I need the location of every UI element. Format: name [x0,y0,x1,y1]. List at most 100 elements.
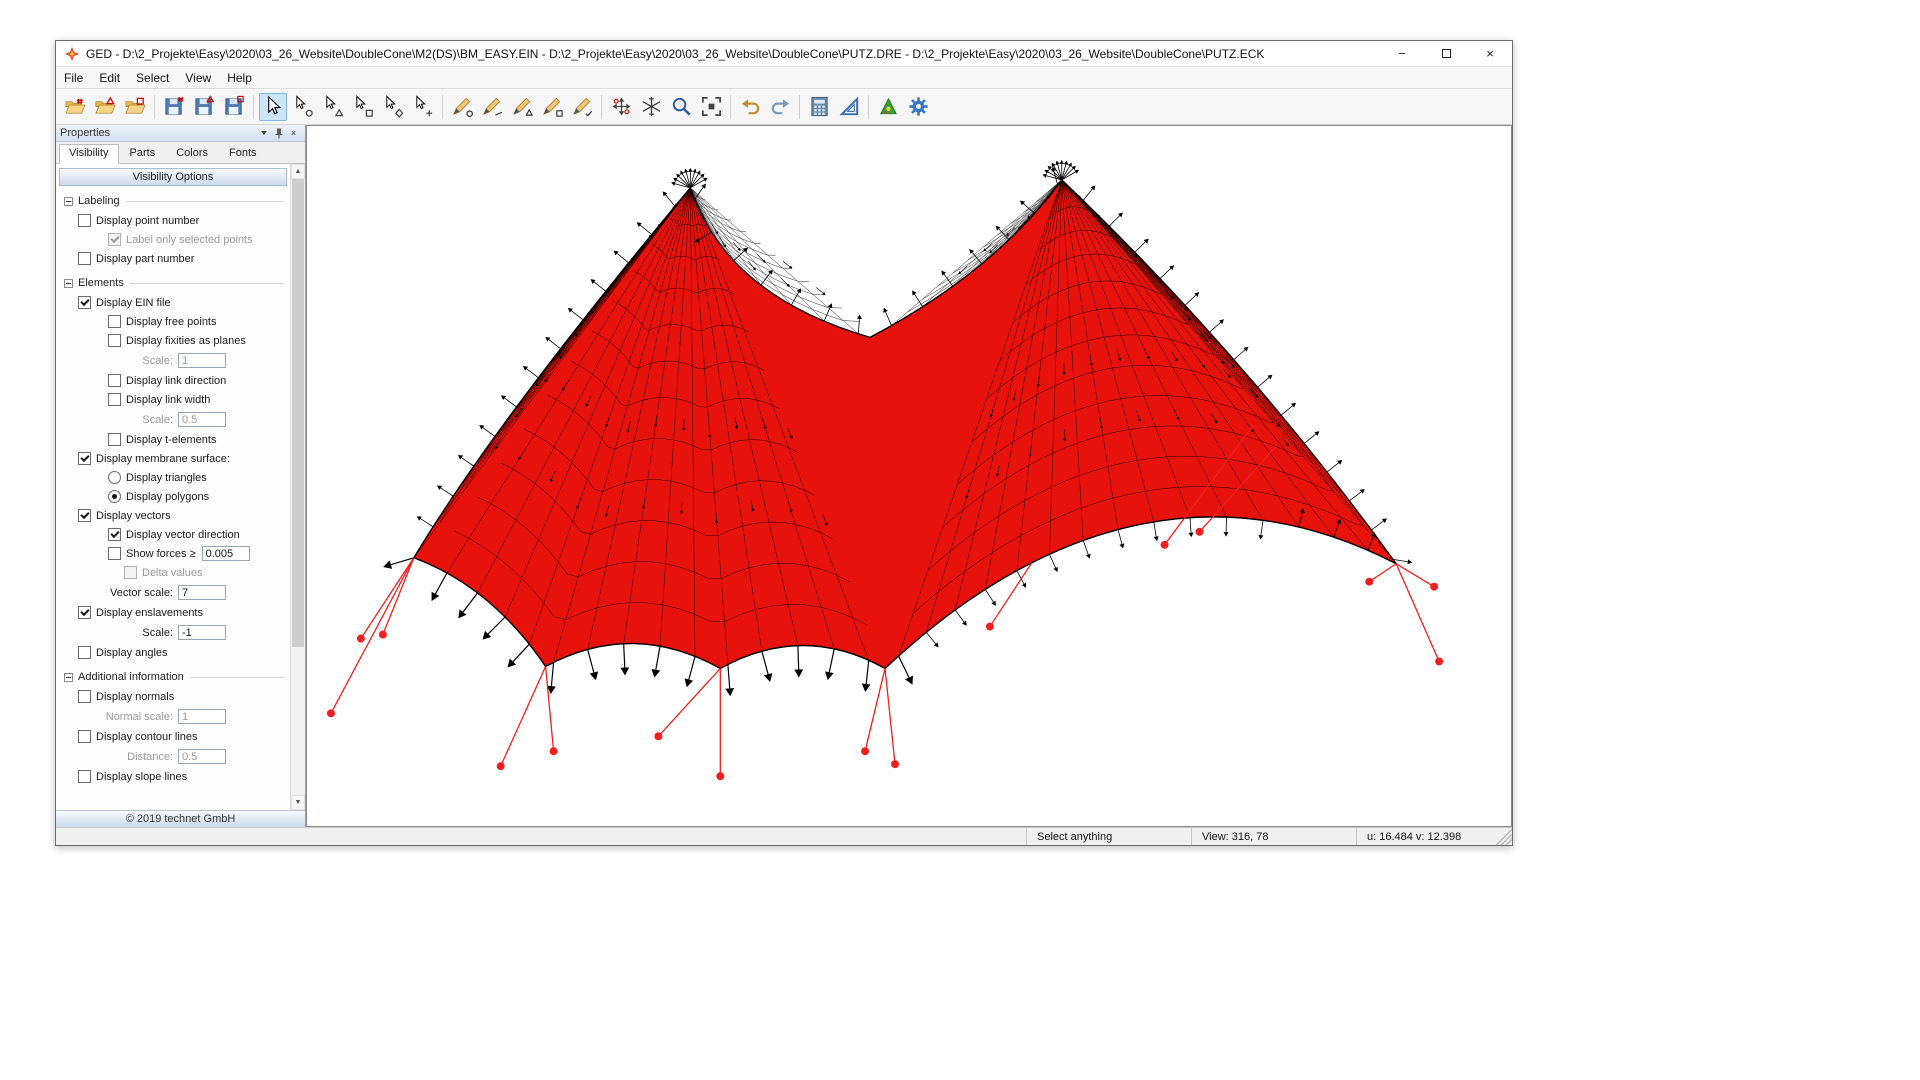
checkbox-display-angles[interactable] [78,646,91,659]
move-points-button[interactable] [607,93,635,121]
draw-squares-button[interactable] [538,93,566,121]
panel-pin-button[interactable] [271,127,286,140]
checkbox-display-point-number[interactable] [78,214,91,227]
render-button[interactable] [874,93,902,121]
pencil-icon [481,95,504,118]
row-display-contour-lines: Display contour lines [56,727,290,746]
checkbox-delta-values[interactable] [124,566,137,579]
checkbox-display-enslavements[interactable] [78,606,91,619]
select-diamonds-button[interactable] [379,93,407,121]
menu-bar: File Edit Select View Help [56,67,1512,89]
main-area: Properties × Visibility Parts Colors Fon… [56,125,1512,827]
magnifier-icon [670,95,693,118]
scroll-up-icon[interactable]: ▲ [291,164,305,179]
radio-display-triangles[interactable] [108,471,121,484]
open-ein-button[interactable] [61,93,89,121]
draw-triangles-button[interactable] [508,93,536,121]
tab-colors[interactable]: Colors [166,144,218,163]
panel-scrollbar[interactable]: ▲ ▼ [290,164,305,810]
group-label: Additional information [78,671,184,683]
checkbox-display-contour-lines[interactable] [78,730,91,743]
settings-button[interactable] [904,93,932,121]
normal-scale-input[interactable] [178,709,226,724]
cursor-cross-icon [412,95,435,118]
draw-links-button[interactable] [478,93,506,121]
checkbox-label-only-selected[interactable] [108,233,121,246]
menu-help[interactable]: Help [219,69,260,87]
menu-select[interactable]: Select [128,69,177,87]
menu-edit[interactable]: Edit [91,69,128,87]
pencil-check-icon [571,95,594,118]
close-button[interactable]: × [1468,41,1512,67]
tab-visibility[interactable]: Visibility [59,144,119,164]
select-cursor-button[interactable] [259,93,287,121]
contour-distance-input[interactable] [178,749,226,764]
save-dre-button[interactable] [190,93,218,121]
collapse-icon[interactable] [64,279,73,288]
resize-grip[interactable] [1496,828,1512,845]
checkbox-display-link-width[interactable] [108,393,121,406]
redo-button[interactable] [766,93,794,121]
zoom-button[interactable] [667,93,695,121]
panel-menu-button[interactable] [256,127,271,140]
checkbox-display-fixities[interactable] [108,334,121,347]
maximize-button[interactable] [1424,41,1468,67]
tab-fonts[interactable]: Fonts [219,144,267,163]
link-width-scale-input[interactable] [178,412,226,427]
checkbox-display-slope-lines[interactable] [78,770,91,783]
checkbox-display-membrane[interactable] [78,452,91,465]
label: Display t-elements [126,434,216,446]
scrollbar-track[interactable] [291,179,305,795]
radio-display-polygons[interactable] [108,490,121,503]
checkbox-display-link-direction[interactable] [108,374,121,387]
app-window: GED - D:\2_Projekte\Easy\2020\03_26_Webs… [55,40,1513,846]
properties-panel-titlebar[interactable]: Properties × [56,125,305,142]
row-display-enslavements: Display enslavements [56,603,290,622]
select-triangles-button[interactable] [319,93,347,121]
open-dre-button[interactable] [91,93,119,121]
scrollbar-thumb[interactable] [292,179,304,647]
checkbox-display-part-number[interactable] [78,252,91,265]
minimize-button[interactable]: − [1380,41,1424,67]
calculator-button[interactable] [805,93,833,121]
zoom-extents-button[interactable] [697,93,725,121]
set-square-button[interactable] [835,93,863,121]
draw-elements-button[interactable] [568,93,596,121]
snap-star-button[interactable] [637,93,665,121]
checkbox-display-normals[interactable] [78,690,91,703]
properties-body: Visibility Options Labeling Display poin… [56,164,305,810]
title-bar[interactable]: GED - D:\2_Projekte\Easy\2020\03_26_Webs… [56,41,1512,67]
tab-parts[interactable]: Parts [120,144,166,163]
save-ein-button[interactable] [160,93,188,121]
checkbox-display-t-elements[interactable] [108,433,121,446]
menu-file[interactable]: File [56,69,91,87]
viewport-canvas[interactable] [306,125,1512,827]
label: Display EIN file [96,297,171,309]
select-squares-button[interactable] [349,93,377,121]
select-points-button[interactable] [289,93,317,121]
menu-view[interactable]: View [177,69,219,87]
checkbox-show-forces[interactable] [108,547,121,560]
label-vector-scale: Vector scale: [56,587,178,599]
label: Display slope lines [96,771,187,783]
show-forces-input[interactable] [202,546,250,561]
draw-points-button[interactable] [448,93,476,121]
select-elements-button[interactable] [409,93,437,121]
checkbox-display-free-points[interactable] [108,315,121,328]
enslavements-scale-input[interactable] [178,625,226,640]
fixities-scale-input[interactable] [178,353,226,368]
chevron-down-icon [261,131,267,135]
collapse-icon[interactable] [64,673,73,682]
collapse-icon[interactable] [64,197,73,206]
checkbox-display-vector-direction[interactable] [108,528,121,541]
scroll-down-icon[interactable]: ▼ [291,795,305,810]
save-eck-button[interactable] [220,93,248,121]
vector-scale-input[interactable] [178,585,226,600]
checkbox-display-ein-file[interactable] [78,296,91,309]
checkbox-display-vectors[interactable] [78,509,91,522]
panel-close-button[interactable]: × [286,127,301,140]
maximize-icon [1442,49,1451,58]
open-eck-button[interactable] [121,93,149,121]
row-display-link-direction: Display link direction [56,371,290,390]
undo-button[interactable] [736,93,764,121]
